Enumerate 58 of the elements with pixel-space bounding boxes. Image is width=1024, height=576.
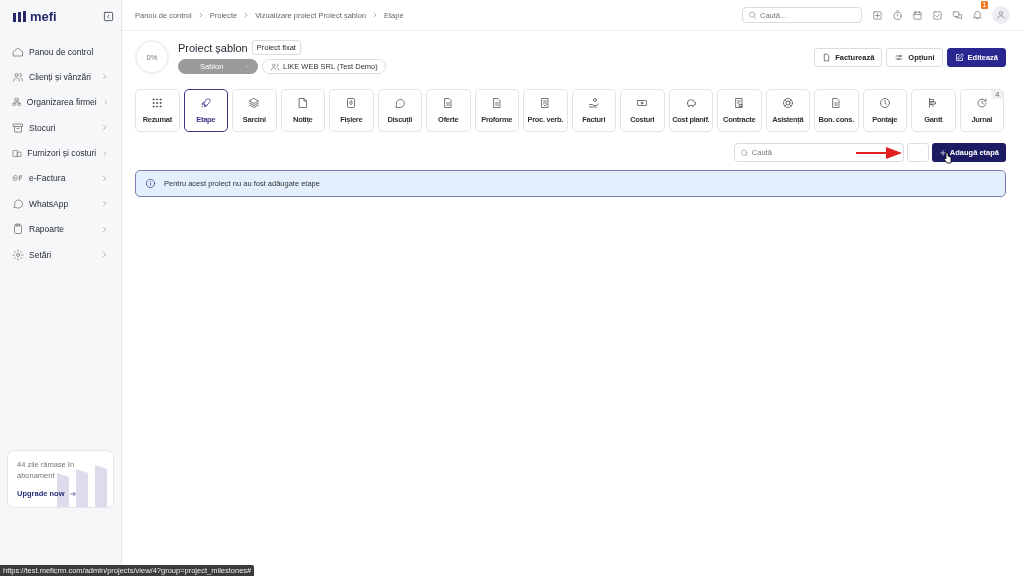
rocket-icon [199,97,212,109]
bell-icon [972,9,983,20]
clock-icon [878,97,891,109]
edit-icon [954,52,964,62]
chat-bubbles-icon [952,9,963,21]
sidebar-item[interactable]: Rapoarte [7,219,114,239]
stopwatch-icon [892,9,903,21]
sliders-icon [894,52,905,62]
search-icon [748,10,757,20]
home-icon [12,45,24,58]
sidebar-item[interactable]: Setări [7,245,114,265]
document-icon [442,97,455,109]
piggy-bank-icon [684,97,697,109]
sidebar-item[interactable]: Panou de control [7,42,114,61]
document-icon [490,97,503,109]
layers-icon [248,97,261,109]
contract-icon [733,97,746,109]
user-avatar[interactable] [992,6,1010,24]
file-icon [345,97,358,109]
document-icon [822,52,832,62]
note-icon [296,97,309,109]
sidebar-item[interactable]: WhatsApp [7,194,114,214]
collapse-sidebar-icon [103,10,114,22]
document-icon [830,97,843,109]
hand-cursor-icon [943,152,952,164]
filter-button[interactable] [906,143,929,162]
search-icon [739,148,749,157]
org-chart-icon [12,96,22,109]
info-icon [145,178,156,189]
checkbox-icon [932,9,943,21]
sidebar-item[interactable]: Furnizori și costuri [7,143,114,163]
clipboard-icon [12,223,24,236]
hand-coin-icon [587,97,600,109]
banknote-icon [636,97,649,109]
plus-square-icon [872,9,883,21]
sidebar-item[interactable]: e-Factura [7,168,114,188]
logo[interactable]: mefi [13,8,57,24]
chat-icon [393,97,406,109]
calendar-icon [912,9,923,21]
chevron-down-icon [245,63,250,70]
checklist-icon [539,97,552,109]
arrow-right-icon [68,489,77,498]
lifebuoy-icon [781,97,794,109]
people-icon [12,70,24,83]
grid-icon [151,97,164,109]
archive-icon [12,121,24,134]
sidebar-item[interactable]: Clienți și vânzări [7,67,114,87]
chat-icon [12,197,24,210]
building-icon [12,147,23,160]
sidebar-item[interactable]: Stocuri [7,118,114,138]
project-title: Proiect șablon [178,41,248,54]
people-icon [270,61,280,72]
sidebar-item[interactable]: Organizarea firmei [7,92,114,112]
chevron-right-icon [371,11,379,19]
gear-icon [12,248,24,261]
annotation-arrow [856,146,902,160]
history-icon [975,97,988,109]
plus-icon [938,148,947,157]
